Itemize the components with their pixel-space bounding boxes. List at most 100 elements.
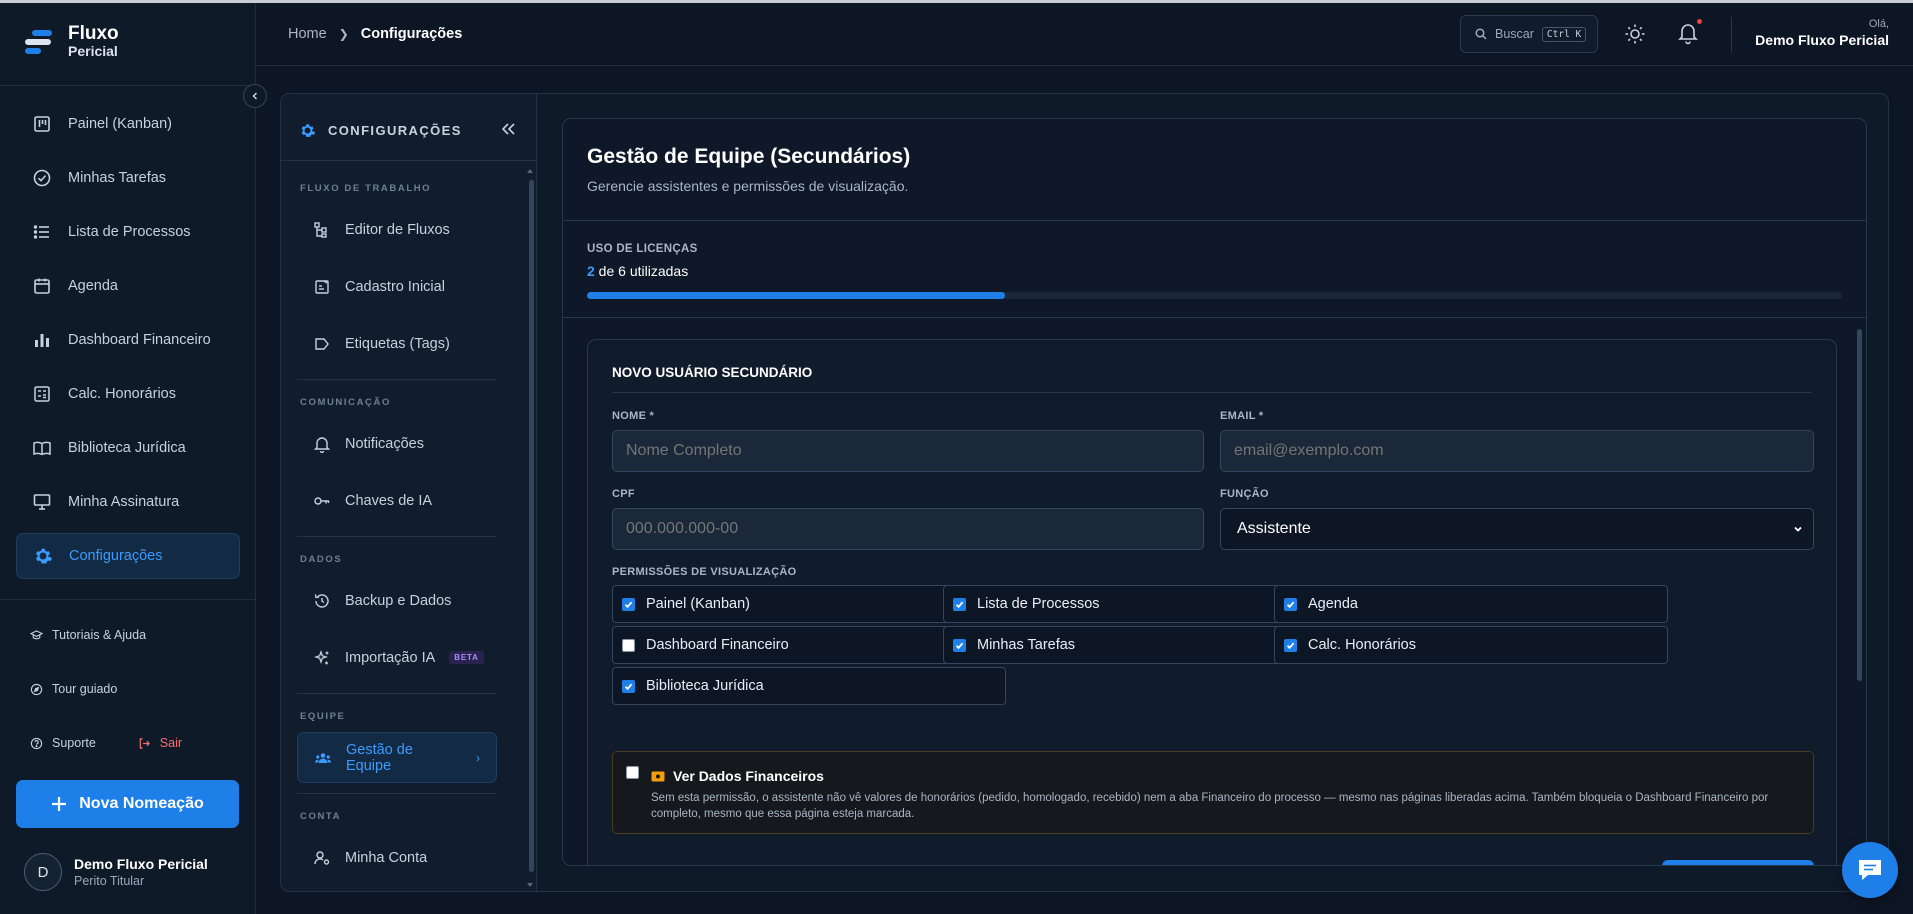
- settings-item-label: Backup e Dados: [345, 592, 452, 609]
- chat-button[interactable]: [1842, 842, 1898, 898]
- main-scrollbar[interactable]: [1857, 329, 1862, 681]
- brand-sub: Pericial: [68, 43, 118, 59]
- settings-item-minha-conta[interactable]: Minha Conta: [297, 832, 511, 883]
- license-progress-fill: [587, 292, 1005, 299]
- checkbox-checked[interactable]: [953, 597, 966, 611]
- nav-label: Dashboard Financeiro: [68, 332, 211, 348]
- chevron-left-icon: [252, 92, 258, 100]
- brand-logo[interactable]: Fluxo Pericial: [22, 24, 119, 59]
- divider: [612, 392, 1812, 393]
- card-header: Gestão de Equipe (Secundários) Gerencie …: [563, 119, 1866, 221]
- nav-label: Minhas Tarefas: [68, 170, 167, 186]
- chevron-right-icon: ❯: [338, 27, 349, 41]
- monitor-icon: [33, 494, 51, 510]
- role-select[interactable]: Assistente: [1220, 508, 1814, 550]
- compass-icon: [30, 683, 43, 695]
- new-nomination-label: Nova Nomeação: [79, 795, 204, 812]
- tutorials-link[interactable]: Tutoriais & Ajuda: [30, 625, 240, 645]
- license-count: 2 de 6 utilizadas: [587, 263, 1842, 279]
- user-greeting[interactable]: Olá, Demo Fluxo Pericial: [1755, 18, 1889, 48]
- logout-icon: [139, 737, 150, 749]
- save-user-button[interactable]: [1662, 860, 1814, 865]
- settings-item-backup[interactable]: Backup e Dados: [297, 575, 511, 626]
- bell-icon[interactable]: [1677, 21, 1699, 45]
- breadcrumb-current: Configurações: [360, 26, 463, 42]
- checkbox-checked[interactable]: [622, 597, 635, 611]
- cpf-label: CPF: [612, 488, 635, 500]
- nav-item-painel[interactable]: Painel (Kanban): [16, 101, 240, 147]
- nav-item-tarefas[interactable]: Minhas Tarefas: [16, 155, 240, 201]
- nav-item-biblioteca[interactable]: Biblioteca Jurídica: [16, 425, 240, 471]
- settings-item-cadastro-inicial[interactable]: Cadastro Inicial: [297, 261, 511, 312]
- nav-item-dashboard[interactable]: Dashboard Financeiro: [16, 317, 240, 363]
- check-icon: [1286, 601, 1295, 608]
- breadcrumb-home[interactable]: Home: [288, 26, 327, 42]
- financial-checkbox[interactable]: [626, 766, 639, 779]
- name-input[interactable]: [612, 430, 1204, 472]
- sun-icon[interactable]: [1624, 23, 1646, 45]
- email-input[interactable]: [1220, 430, 1814, 472]
- divider: [297, 536, 497, 537]
- financial-title-label: Ver Dados Financeiros: [673, 768, 824, 784]
- settings-item-label: Cadastro Inicial: [345, 278, 445, 295]
- permission-label: Lista de Processos: [977, 596, 1100, 612]
- search-button[interactable]: Buscar Ctrl K: [1460, 15, 1598, 53]
- license-used: 2: [587, 263, 595, 279]
- group-label: EQUIPE: [300, 711, 346, 722]
- group-label: COMUNICAÇÃO: [300, 397, 391, 408]
- nav-item-configuracoes[interactable]: Configurações: [16, 533, 240, 579]
- nav-item-processos[interactable]: Lista de Processos: [16, 209, 240, 255]
- settings-item-label: Importação IA: [345, 649, 436, 666]
- support-label: Suporte: [52, 736, 96, 750]
- key-icon: [314, 496, 330, 505]
- double-chevron-left-icon[interactable]: [499, 120, 517, 138]
- nav-item-assinatura[interactable]: Minha Assinatura: [16, 479, 240, 525]
- page-subtitle: Gerencie assistentes e permissões de vis…: [587, 178, 909, 194]
- breadcrumb: Home ❯ Configurações: [288, 26, 462, 42]
- book-icon: [33, 441, 51, 456]
- settings-nav-scrollbar[interactable]: [529, 180, 534, 872]
- permission-option[interactable]: Agenda: [1274, 585, 1668, 623]
- calendar-icon: [34, 278, 50, 294]
- settings-item-chaves-ia[interactable]: Chaves de IA: [297, 475, 511, 526]
- checkbox-checked[interactable]: [1284, 597, 1297, 611]
- checkbox-checked[interactable]: [1284, 638, 1297, 652]
- divider: [297, 379, 497, 380]
- divider: [1731, 17, 1732, 53]
- nav-label: Painel (Kanban): [68, 116, 172, 132]
- tutorials-label: Tutoriais & Ajuda: [52, 628, 147, 642]
- permission-label: Agenda: [1308, 596, 1358, 612]
- settings-item-label: Chaves de IA: [345, 492, 433, 509]
- check-icon: [624, 683, 633, 690]
- new-nomination-button[interactable]: Nova Nomeação: [16, 780, 239, 828]
- settings-item-notificacoes[interactable]: Notificações: [297, 418, 511, 469]
- search-icon: [1475, 28, 1487, 40]
- name-label: NOME *: [612, 410, 655, 422]
- scroll-up-icon[interactable]: [526, 168, 534, 174]
- permission-option[interactable]: Calc. Honorários: [1274, 626, 1668, 664]
- check-circle-icon: [33, 169, 51, 187]
- settings-item-editor-fluxos[interactable]: Editor de Fluxos: [297, 204, 511, 255]
- settings-nav-groups: FLUXO DE TRABALHO Editor de Fluxos Cadas…: [297, 180, 511, 883]
- user-role: Perito Titular: [74, 874, 145, 888]
- checkbox-checked[interactable]: [622, 679, 635, 693]
- divider: [281, 160, 536, 161]
- sidebar-collapse-button[interactable]: [243, 84, 267, 108]
- checkbox-unchecked[interactable]: [622, 638, 635, 652]
- nav-item-honorarios[interactable]: Calc. Honorários: [16, 371, 240, 417]
- tour-link[interactable]: Tour guiado: [30, 679, 240, 699]
- check-icon: [624, 601, 633, 608]
- nav-item-agenda[interactable]: Agenda: [16, 263, 240, 309]
- avatar: D: [24, 853, 62, 891]
- permission-option[interactable]: Biblioteca Jurídica: [612, 667, 1006, 705]
- checkbox-checked[interactable]: [953, 638, 966, 652]
- logout-link[interactable]: Sair: [138, 733, 182, 753]
- scroll-down-icon[interactable]: [526, 882, 534, 888]
- user-card[interactable]: D Demo Fluxo Pericial Perito Titular: [24, 853, 208, 891]
- settings-item-importacao-ia[interactable]: Importação IA BETA: [297, 632, 511, 683]
- support-link[interactable]: Suporte: [30, 733, 96, 753]
- settings-item-gestao-equipe[interactable]: Gestão de Equipe ›: [297, 732, 497, 783]
- settings-item-etiquetas[interactable]: Etiquetas (Tags): [297, 318, 511, 369]
- divider: [0, 85, 255, 86]
- cpf-input[interactable]: [612, 508, 1204, 550]
